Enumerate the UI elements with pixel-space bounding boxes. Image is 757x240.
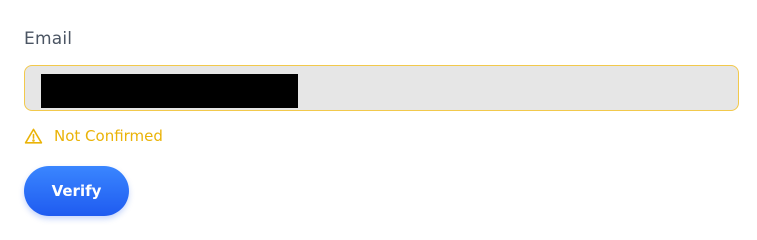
email-label: Email — [24, 29, 73, 49]
warning-icon — [24, 127, 43, 146]
status-text: Not Confirmed — [54, 127, 163, 145]
email-confirmation-status: Not Confirmed — [24, 126, 163, 146]
redacted-email-value — [41, 74, 298, 108]
email-input[interactable] — [24, 65, 739, 111]
verify-button[interactable]: Verify — [24, 166, 129, 216]
